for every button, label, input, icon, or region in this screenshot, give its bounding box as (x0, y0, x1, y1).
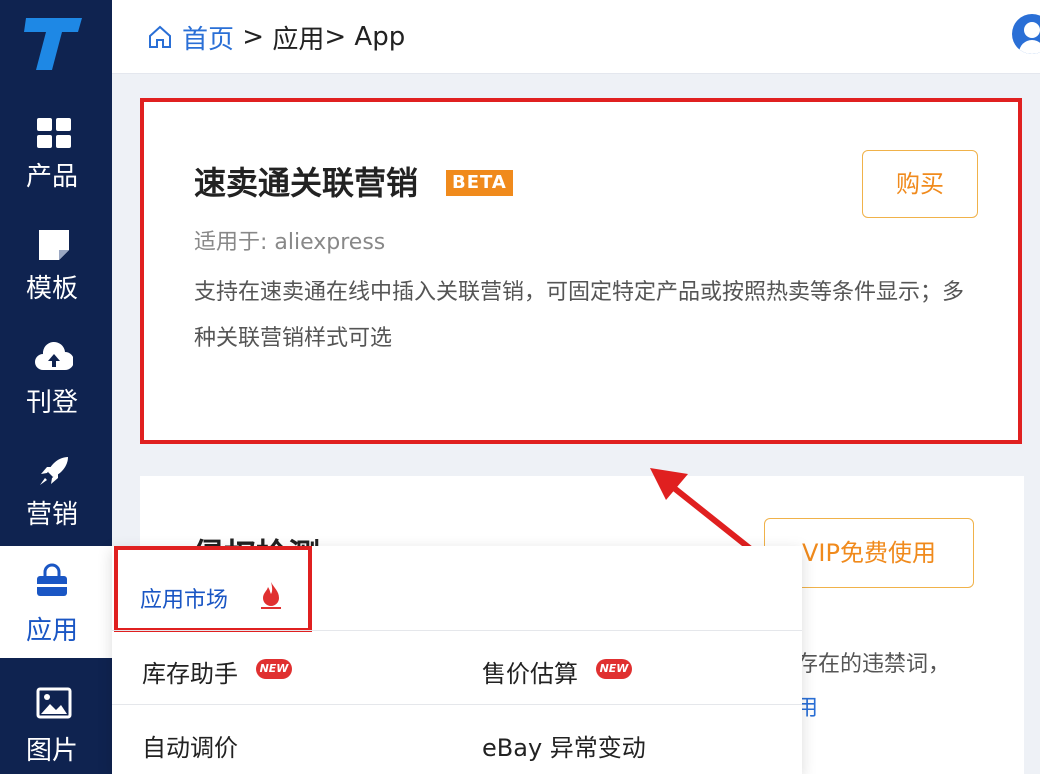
menu-item-inventory-assistant[interactable]: 库存助手 (142, 654, 238, 689)
annotation-highlight-box (114, 546, 312, 632)
avatar-head (1024, 22, 1040, 38)
sidebar-item-templates[interactable]: 模板 (0, 216, 112, 326)
buy-button[interactable]: 购买 (862, 150, 978, 218)
breadcrumb-separator: > (234, 22, 273, 52)
apps-dropdown-menu: 应用市场 库存助手 NEW 售价估算 NEW 自动调价 eBay 异常变动 (112, 546, 802, 774)
sidebar-item-listing[interactable]: 刊登 (0, 330, 112, 440)
note-icon (39, 230, 69, 260)
new-badge: NEW (596, 659, 632, 679)
sidebar-item-products[interactable]: 产品 (0, 104, 112, 214)
sidebar-item-label: 刊登 (25, 388, 78, 418)
beta-badge: BETA (446, 170, 513, 196)
sidebar-item-label: 应用 (25, 616, 78, 646)
menu-item-price-estimate[interactable]: 售价估算 (482, 654, 578, 689)
divider (112, 704, 802, 705)
app-card-description: 支持在速卖通在线中插入关联营销，可固定特定产品或按照热卖等条件显示；多种关联营销… (194, 280, 965, 351)
shopping-bag-icon (37, 563, 67, 596)
grid-icon (37, 118, 71, 148)
sidebar: 产品 模板 刊登 营销 应用 图片 (0, 0, 112, 774)
breadcrumb-apps-link[interactable]: 应用 (272, 19, 324, 56)
user-avatar-icon[interactable] (1012, 14, 1040, 54)
avatar-body (1019, 40, 1040, 54)
sidebar-item-label: 产品 (25, 162, 78, 192)
menu-item-auto-repricing[interactable]: 自动调价 (142, 728, 238, 763)
sidebar-item-label: 图片 (25, 736, 78, 766)
divider (112, 630, 802, 631)
breadcrumb-home-link[interactable]: 首页 (182, 19, 234, 56)
image-icon (36, 687, 72, 719)
sidebar-item-label: 营销 (25, 500, 78, 530)
home-icon[interactable] (146, 23, 174, 51)
breadcrumb-current: App (354, 22, 406, 52)
sidebar-item-label: 模板 (25, 274, 78, 304)
app-card-platform: 适用于: aliexpress (194, 230, 386, 255)
top-header: 首页 > 应用 > App (112, 0, 1040, 74)
app-card-title: 速卖通关联营销 (194, 164, 419, 202)
logo-icon[interactable] (22, 14, 84, 72)
cloud-upload-icon (35, 341, 73, 370)
new-badge: NEW (256, 659, 292, 679)
sidebar-item-apps[interactable]: 应用 (0, 546, 112, 658)
breadcrumb-separator: > (324, 22, 355, 52)
sidebar-item-images[interactable]: 图片 (0, 674, 112, 774)
app-card-description: 存在的违禁词， (796, 652, 951, 677)
rocket-icon (40, 457, 68, 485)
app-card-related-marketing: 速卖通关联营销 BETA 适用于: aliexpress 支持在速卖通在线中插入… (140, 98, 1022, 444)
breadcrumb: 首页 > 应用 > App (146, 19, 406, 56)
sidebar-item-marketing[interactable]: 营销 (0, 442, 112, 552)
menu-item-ebay-anomaly[interactable]: eBay 异常变动 (482, 728, 646, 763)
